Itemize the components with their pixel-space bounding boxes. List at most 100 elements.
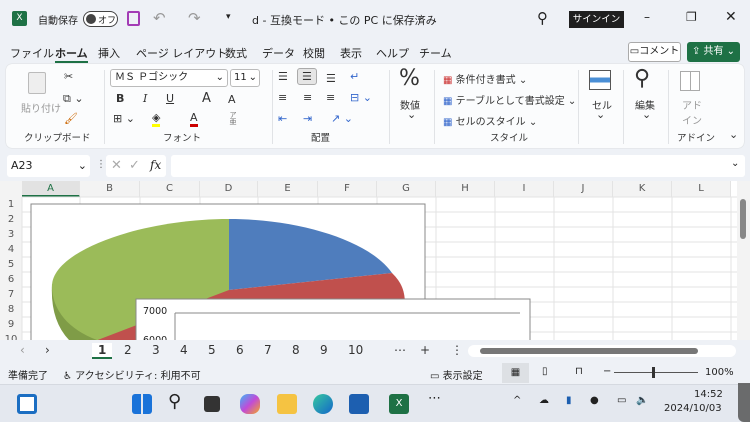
copilot-icon[interactable] bbox=[240, 394, 260, 414]
font-name-select[interactable]: ＭＳ Ｐゴシック ⌄ bbox=[110, 69, 228, 87]
italic-button[interactable]: I bbox=[143, 92, 147, 105]
format-painter-icon[interactable]: 🖌 bbox=[64, 112, 78, 125]
align-bottom-icon[interactable]: ☰ bbox=[326, 72, 336, 85]
number-format-icon[interactable]: % bbox=[399, 66, 420, 91]
zoom-level[interactable]: 100% bbox=[705, 367, 734, 378]
close-button[interactable]: ✕ bbox=[725, 9, 737, 25]
align-middle-icon[interactable]: ☰ bbox=[297, 68, 317, 85]
tray-app-icon[interactable]: ▮ bbox=[566, 395, 586, 415]
file-explorer-icon[interactable] bbox=[277, 394, 297, 414]
wrap-text-icon[interactable]: ↵ bbox=[350, 70, 359, 83]
cell-styles-button[interactable]: ▦ セルのスタイル ⌄ bbox=[443, 113, 537, 128]
align-top-icon[interactable]: ☰ bbox=[278, 70, 288, 83]
tab-data[interactable]: データ bbox=[262, 45, 295, 61]
align-left-icon[interactable]: ≡ bbox=[278, 91, 287, 104]
align-right-icon[interactable]: ≡ bbox=[326, 91, 335, 104]
volume-icon[interactable]: 🔈 bbox=[636, 395, 656, 415]
tab-view[interactable]: 表示 bbox=[340, 45, 362, 61]
more-apps-icon[interactable]: ⋯ bbox=[428, 391, 448, 411]
paste-icon[interactable] bbox=[28, 72, 46, 94]
number-chevron-icon[interactable]: ⌄ bbox=[407, 108, 416, 121]
merge-center-icon[interactable]: ⊟ ⌄ bbox=[350, 91, 372, 104]
redo-icon[interactable]: ↷ bbox=[188, 9, 201, 27]
editing-chevron-icon[interactable]: ⌄ bbox=[642, 108, 651, 121]
start-icon[interactable] bbox=[132, 394, 152, 414]
font-color-icon[interactable]: A bbox=[190, 111, 198, 127]
prev-sheet-icon[interactable]: ‹ bbox=[20, 343, 25, 357]
tab-file[interactable]: ファイル bbox=[10, 45, 54, 61]
find-icon[interactable]: ⚲ bbox=[634, 66, 650, 91]
font-size-select[interactable]: 11 ⌄ bbox=[230, 69, 260, 87]
orientation-icon[interactable]: ↗ ⌄ bbox=[331, 112, 353, 125]
tray-chevron-icon[interactable]: ^ bbox=[513, 395, 533, 415]
cells-icon[interactable] bbox=[589, 70, 611, 90]
tab-team[interactable]: チーム bbox=[419, 45, 452, 61]
display-settings-button[interactable]: ▭ 表示設定 bbox=[430, 367, 483, 382]
clock-date[interactable]: 2024/10/03 bbox=[664, 403, 722, 414]
signin-button[interactable]: サインイン bbox=[569, 11, 624, 28]
next-sheet-icon[interactable]: › bbox=[45, 343, 50, 357]
format-as-table-button[interactable]: ▦ テーブルとして書式設定 ⌄ bbox=[443, 92, 576, 107]
search-icon[interactable]: ⚲ bbox=[537, 9, 548, 27]
edge-icon[interactable] bbox=[313, 394, 333, 414]
formula-input[interactable] bbox=[171, 155, 745, 177]
page-layout-view-button[interactable]: ▯ bbox=[542, 366, 548, 377]
tab-formulas[interactable]: 数式 bbox=[225, 45, 247, 61]
vertical-scrollbar[interactable] bbox=[737, 181, 750, 340]
autosave-toggle[interactable]: オフ bbox=[83, 11, 118, 27]
name-box[interactable]: A23 ⌄ bbox=[7, 155, 90, 177]
tab-help[interactable]: ヘルプ bbox=[376, 45, 409, 61]
sheet-tab-7[interactable]: 7 bbox=[264, 343, 272, 357]
addins-button[interactable]: アド イン bbox=[682, 97, 702, 127]
phonetic-icon[interactable]: ア亜 bbox=[228, 112, 238, 126]
underline-button[interactable]: U bbox=[166, 92, 174, 105]
align-center-icon[interactable]: ≡ bbox=[303, 91, 312, 104]
horizontal-scrollbar[interactable] bbox=[468, 345, 736, 357]
search-taskbar-icon[interactable]: ⚲ bbox=[168, 391, 188, 412]
sheet-tab-4[interactable]: 4 bbox=[180, 343, 188, 357]
sheet-tab-2[interactable]: 2 bbox=[124, 343, 132, 357]
insert-function-icon[interactable]: fx bbox=[150, 158, 161, 172]
more-sheets-icon[interactable]: ⋯ bbox=[394, 343, 406, 357]
grow-font-button[interactable]: A bbox=[202, 91, 211, 106]
page-break-view-button[interactable]: ⊓ bbox=[575, 366, 583, 377]
document-title[interactable]: d - 互換モード • この PC に保存済み bbox=[252, 12, 437, 28]
undo-icon[interactable]: ↶ bbox=[153, 9, 166, 27]
collapse-ribbon-icon[interactable]: ⌄ bbox=[729, 128, 738, 141]
sheet-tab-8[interactable]: 8 bbox=[292, 343, 300, 357]
enter-icon[interactable]: ✓ bbox=[129, 158, 140, 173]
shrink-font-button[interactable]: A bbox=[228, 93, 236, 106]
tab-insert[interactable]: 挿入 bbox=[98, 45, 120, 61]
sheet-options-icon[interactable]: ⋮ bbox=[451, 343, 463, 357]
add-sheet-button[interactable]: + bbox=[420, 343, 430, 357]
conditional-formatting-button[interactable]: ▦ 条件付き書式 ⌄ bbox=[443, 71, 527, 86]
title-chevron-icon[interactable]: ⌄ bbox=[416, 12, 424, 23]
increase-indent-icon[interactable]: ⇥ bbox=[303, 112, 312, 125]
tab-review[interactable]: 校閲 bbox=[303, 45, 325, 61]
onedrive-icon[interactable]: ☁ bbox=[539, 395, 559, 415]
store-icon[interactable] bbox=[349, 394, 369, 414]
cut-icon[interactable]: ✂ bbox=[64, 70, 73, 83]
accessibility-status[interactable]: ♿ アクセシビリティ: 利用不可 bbox=[63, 367, 201, 382]
expand-formula-icon[interactable]: ⌄ bbox=[731, 158, 739, 169]
decrease-indent-icon[interactable]: ⇤ bbox=[278, 112, 287, 125]
zoom-out-button[interactable]: − bbox=[603, 366, 611, 377]
cells-chevron-icon[interactable]: ⌄ bbox=[596, 108, 605, 121]
comment-button[interactable]: ▭コメント bbox=[628, 42, 681, 62]
network-icon[interactable]: ▭ bbox=[617, 395, 637, 415]
normal-view-button[interactable]: ▦ bbox=[502, 363, 529, 383]
share-button[interactable]: ⇪ 共有 ⌄ bbox=[687, 42, 740, 62]
save-icon[interactable] bbox=[127, 11, 140, 26]
copy-icon[interactable]: ⧉ ⌄ bbox=[63, 92, 84, 106]
clock-time[interactable]: 14:52 bbox=[694, 389, 723, 400]
sheet-tab-5[interactable]: 5 bbox=[208, 343, 216, 357]
fill-color-icon[interactable]: ◈ bbox=[152, 111, 161, 127]
customize-qat-icon[interactable]: ▾ bbox=[226, 12, 231, 22]
borders-icon[interactable]: ⊞ ⌄ bbox=[113, 112, 135, 125]
cancel-icon[interactable]: ✕ bbox=[111, 158, 122, 173]
sheet-tab-3[interactable]: 3 bbox=[152, 343, 160, 357]
tab-page-layout[interactable]: ページ レイアウト bbox=[136, 45, 227, 61]
bold-button[interactable]: B bbox=[116, 92, 124, 105]
worksheet-grid[interactable]: ABCDEFGHIJKL12345678910 7000 6000 bbox=[0, 181, 737, 340]
paste-button[interactable]: 貼り付け bbox=[21, 100, 61, 115]
